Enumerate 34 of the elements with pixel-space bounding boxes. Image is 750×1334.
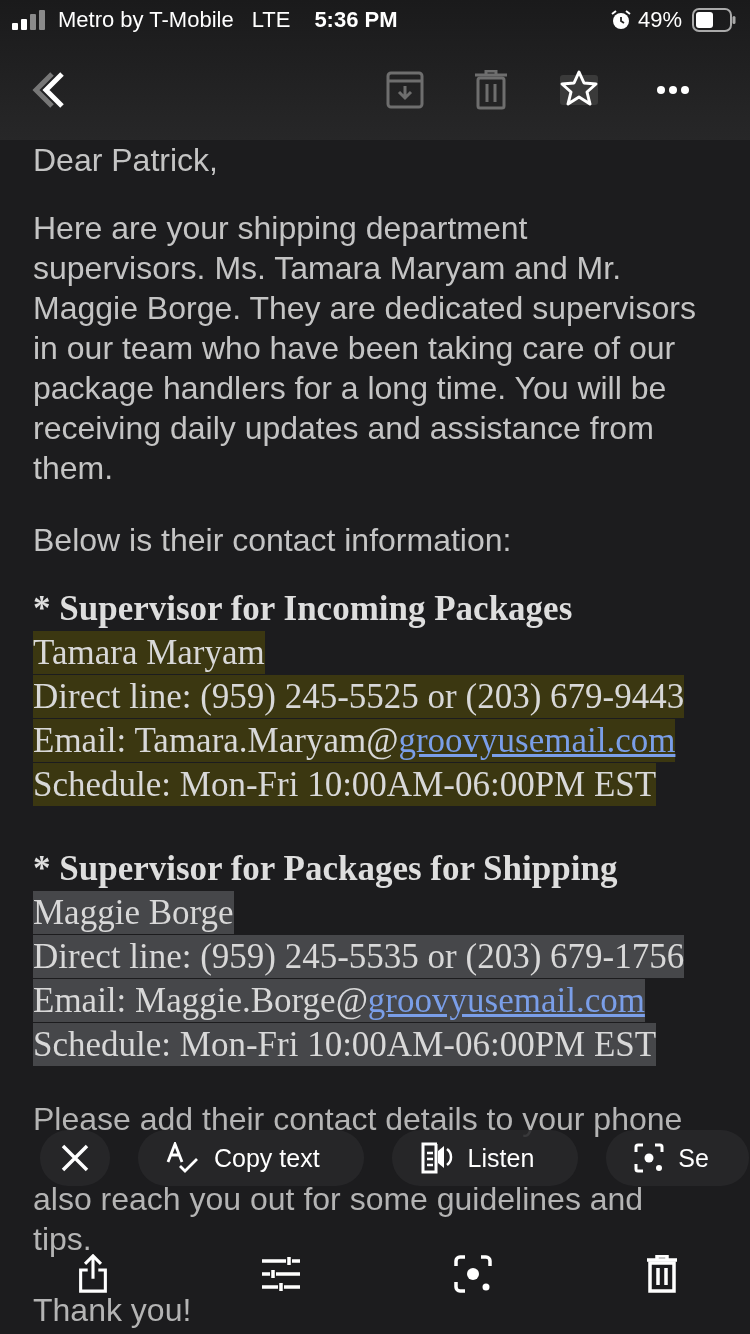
highlighted-text: Direct line: (959) 245-5535 or (203) 679-1756	[33, 935, 685, 978]
body-text: Below is their contact information:	[33, 521, 513, 560]
highlighted-text: Tamara Maryam	[33, 631, 265, 674]
lens-icon	[634, 1143, 665, 1173]
carrier-name: Metro by T-Mobile	[58, 7, 234, 33]
battery-percent: 49%	[637, 7, 682, 33]
listen-button[interactable]: Listen	[391, 1130, 579, 1186]
more-icon[interactable]	[656, 85, 690, 95]
close-icon	[60, 1143, 90, 1173]
highlighted-text: Maggie Borge	[33, 891, 234, 934]
network-type: LTE	[251, 7, 291, 33]
email-link[interactable]: groovyusemail.com	[398, 721, 676, 760]
highlighted-text: Direct line: (959) 245-5525 or (203) 679-9443	[33, 675, 685, 718]
text-check-icon	[166, 1142, 200, 1174]
highlighted-text: Email: Tamara.Maryam@groovyusemail.com	[33, 719, 676, 762]
copy-text-button[interactable]: Copy text	[138, 1130, 364, 1186]
search-button[interactable]: Se	[606, 1130, 749, 1186]
clock-time: 5:36 PM	[314, 7, 398, 33]
section-heading: * Supervisor for Packages for Shipping	[33, 848, 619, 890]
signal-icon	[12, 10, 48, 30]
sliders-icon[interactable]	[262, 1256, 300, 1291]
speaker-document-icon	[419, 1141, 454, 1175]
archive-icon[interactable]	[386, 71, 424, 109]
section-heading: * Supervisor for Incoming Packages	[33, 588, 574, 630]
highlighted-text: Email: Maggie.Borge@groovyusemail.com	[33, 979, 645, 1022]
lens-icon[interactable]	[454, 1254, 492, 1293]
highlighted-text: Schedule: Mon-Fri 10:00AM-06:00PM EST	[33, 1023, 657, 1066]
body-paragraph: Here are your shipping department supervisors. Ms. Tamara Maryam and Mr. Maggie Borge. They are dedicated supervisors in our team who have been taking care of our package handlers for a long time. You will be receiving daily updates and assistance from them.	[33, 209, 697, 488]
alarm-clock-icon	[609, 9, 632, 31]
trash-icon[interactable]	[646, 1254, 678, 1293]
greeting-text: Dear Patrick,	[33, 141, 219, 180]
highlighted-text: Schedule: Mon-Fri 10:00AM-06:00PM EST	[33, 763, 657, 806]
paragraph-line: tips.	[33, 1220, 92, 1259]
battery-icon	[692, 8, 736, 32]
